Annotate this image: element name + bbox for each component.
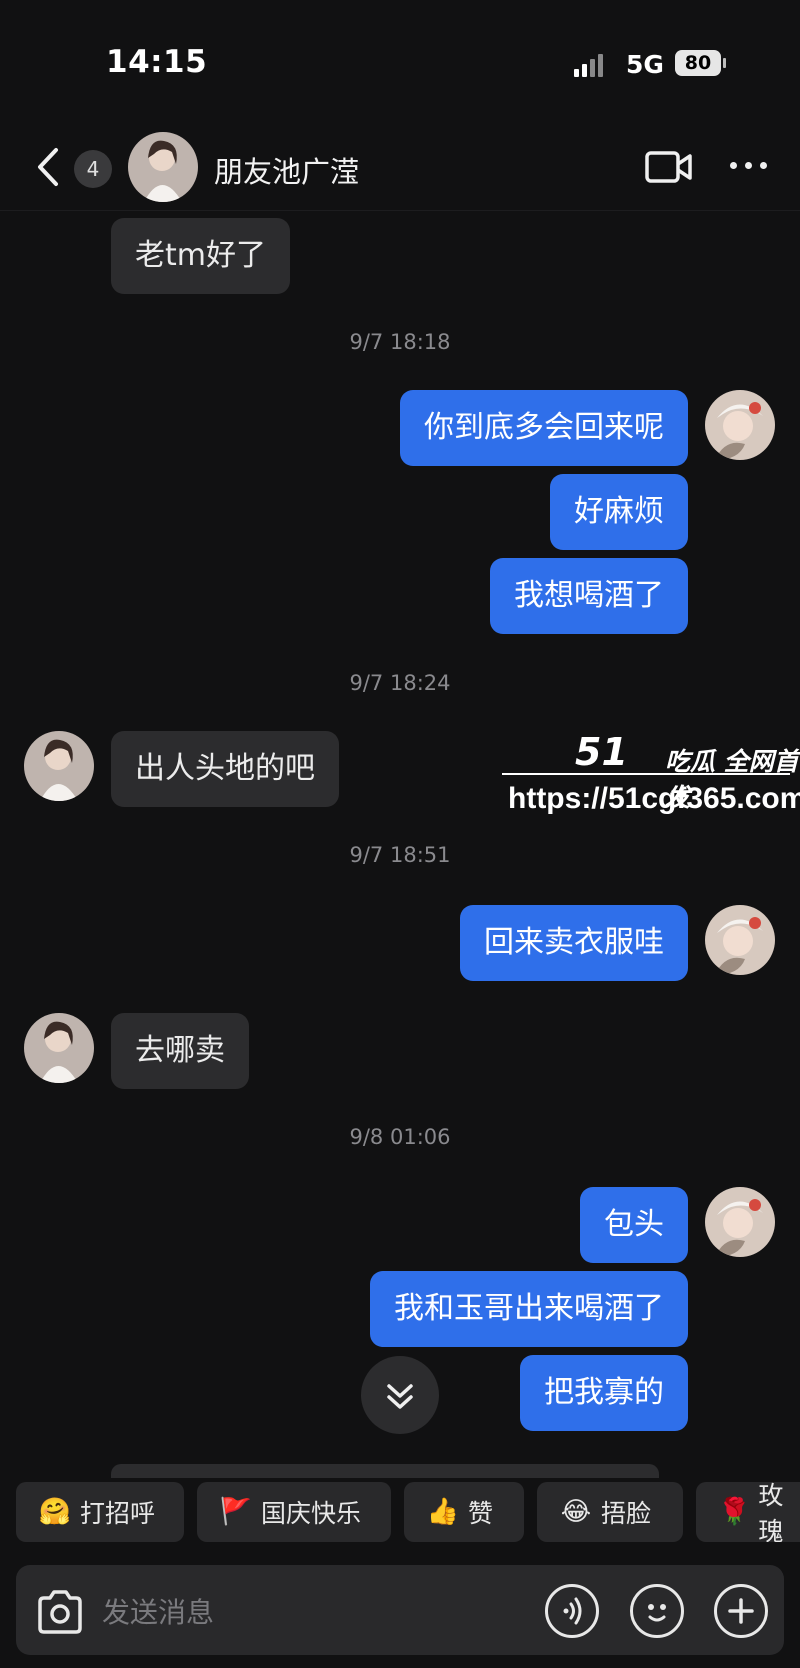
- contact-avatar[interactable]: [24, 731, 94, 801]
- double-chevron-down-icon: [387, 1384, 413, 1409]
- contact-avatar[interactable]: [128, 132, 198, 202]
- message-timestamp: 9/7 18:51: [349, 843, 451, 867]
- message-bubble-sent[interactable]: 好麻烦: [550, 474, 688, 550]
- message-bubble-received[interactable]: 出人头地的吧: [111, 731, 339, 807]
- plus-icon[interactable]: [714, 1584, 768, 1638]
- partial-message-bubble: [111, 1464, 659, 1478]
- message-timestamp: 9/8 01:06: [349, 1125, 451, 1149]
- message-timestamp: 9/7 18:18: [349, 330, 451, 354]
- chat-title: 朋友池广滢: [214, 155, 360, 189]
- thumbs-up-emoji-icon: 👍: [426, 1497, 460, 1527]
- watermark-logo: 51: [575, 730, 628, 774]
- self-avatar[interactable]: [705, 1187, 775, 1257]
- watermark-divider: [502, 773, 790, 775]
- quick-reply-label: 打招呼: [80, 1499, 156, 1528]
- message-bubble-received[interactable]: 去哪卖: [111, 1013, 249, 1089]
- scroll-to-bottom-button[interactable]: [361, 1356, 439, 1434]
- message-bubble-sent[interactable]: 你到底多会回来呢: [400, 390, 688, 466]
- watermark-url: https://51cgf365.com: [508, 782, 800, 815]
- message-bubble-received[interactable]: 老tm好了: [111, 218, 290, 294]
- message-bubble-sent[interactable]: 回来卖衣服哇: [460, 905, 688, 981]
- message-bubble-sent[interactable]: 我和玉哥出来喝酒了: [370, 1271, 688, 1347]
- self-avatar[interactable]: [705, 390, 775, 460]
- quick-reply-label: 国庆快乐: [261, 1499, 362, 1528]
- message-bubble-sent[interactable]: 把我寡的: [520, 1355, 688, 1431]
- hug-emoji-icon: 🤗: [38, 1497, 72, 1527]
- message-input[interactable]: 发送消息: [102, 1591, 214, 1631]
- battery-icon: 80: [675, 50, 726, 76]
- more-options-icon[interactable]: [730, 162, 767, 169]
- contact-avatar[interactable]: [24, 1013, 94, 1083]
- message-bubble-sent[interactable]: 包头: [580, 1187, 688, 1263]
- quick-reply-chip[interactable]: 🤗 打招呼: [16, 1482, 184, 1542]
- back-arrow-icon[interactable]: [30, 146, 66, 188]
- quick-reply-label: 玫瑰: [758, 1482, 784, 1542]
- message-bubble-sent[interactable]: 我想喝酒了: [490, 558, 688, 634]
- quick-reply-label: 捂脸: [601, 1499, 652, 1528]
- quick-reply-chip[interactable]: 👍 赞: [404, 1482, 524, 1542]
- flag-emoji-icon: 🚩: [219, 1497, 253, 1527]
- video-call-icon[interactable]: [645, 150, 693, 184]
- camera-icon[interactable]: [34, 1588, 86, 1636]
- header-divider: [0, 210, 800, 211]
- emoji-icon[interactable]: [630, 1584, 684, 1638]
- quick-reply-chip[interactable]: 🌹 玫瑰: [696, 1482, 800, 1542]
- facepalm-emoji-icon: 😂: [560, 1497, 592, 1527]
- quick-reply-label: 赞: [468, 1499, 494, 1528]
- signal-icon: [574, 54, 603, 77]
- unread-count-badge[interactable]: 4: [74, 150, 112, 188]
- rose-emoji-icon: 🌹: [718, 1497, 751, 1527]
- quick-reply-bar: 🤗 打招呼 🚩 国庆快乐 👍 赞 😂 捂脸 🌹 玫瑰: [0, 1482, 800, 1548]
- self-avatar[interactable]: [705, 905, 775, 975]
- quick-reply-chip[interactable]: 🚩 国庆快乐: [197, 1482, 391, 1542]
- voice-icon[interactable]: [545, 1584, 599, 1638]
- status-time: 14:15: [106, 44, 208, 80]
- network-type: 5G: [626, 50, 664, 79]
- message-timestamp: 9/7 18:24: [349, 671, 451, 695]
- quick-reply-chip[interactable]: 😂 捂脸: [537, 1482, 683, 1542]
